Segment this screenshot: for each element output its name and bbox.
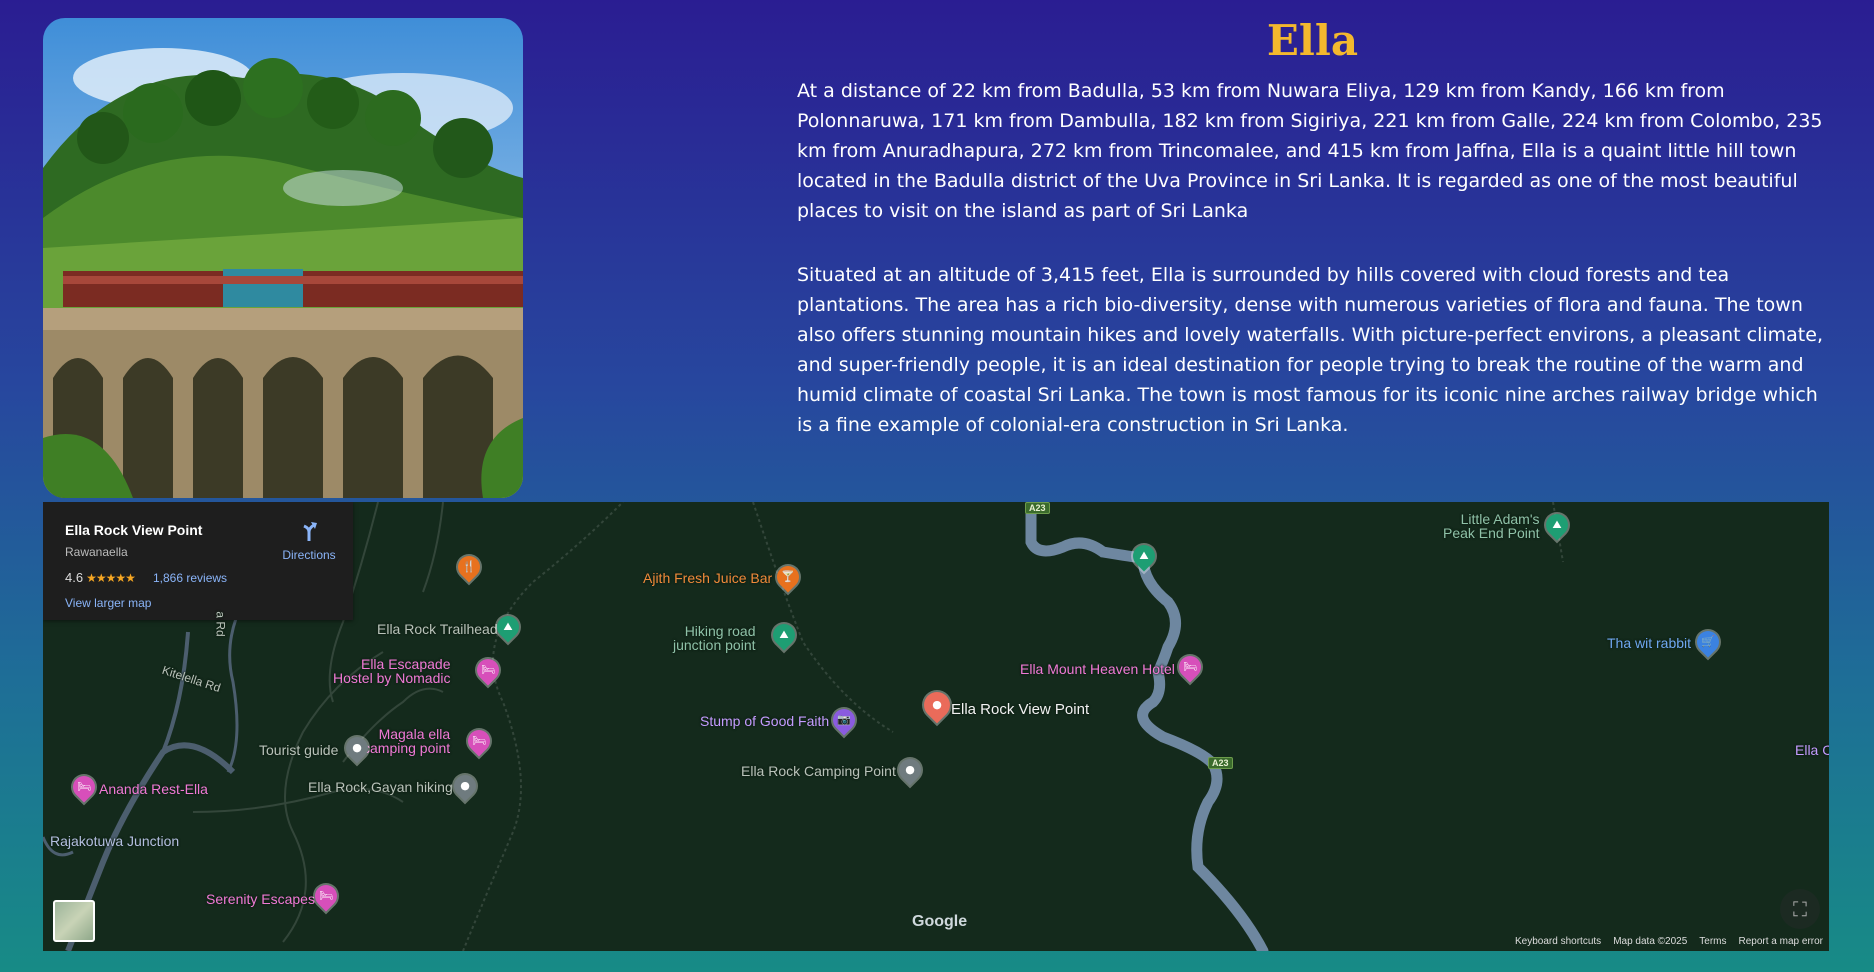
label-line-2: Hostel by Nomadic — [333, 670, 451, 686]
label-ella-rock-camping-point[interactable]: Ella Rock Camping Point — [741, 763, 896, 779]
label-ella-mount-heaven-hotel[interactable]: Ella Mount Heaven Hotel — [1020, 661, 1175, 677]
satellite-toggle[interactable] — [53, 900, 95, 942]
embedded-map[interactable]: Ella Rock View Point Rawanaella 4.6 ★★★★★… — [43, 502, 1829, 951]
hiking-pin[interactable]: ⛰ — [1128, 540, 1160, 572]
hiking-pin[interactable]: ⛰ — [492, 611, 524, 643]
place-rating: 4.6 ★★★★★ — [65, 570, 136, 585]
label-line-2: Peak End Point — [1443, 525, 1540, 541]
place-icon: ● — [932, 698, 942, 711]
generic-place-pin[interactable]: ● — [341, 732, 373, 764]
directions-icon — [303, 522, 317, 541]
place-name: Ella Rock View Point — [65, 522, 203, 538]
intro-paragraph: At a distance of 22 km from Badulla, 53 … — [797, 80, 1823, 222]
label-tha-wit-rabbit[interactable]: Tha wit rabbit — [1607, 635, 1691, 651]
hiking-icon: ⛰ — [503, 620, 513, 633]
fullscreen-icon: ⛶ — [1793, 897, 1807, 921]
label-magala-ella[interactable]: Magala ella camping point — [363, 727, 450, 755]
cart-icon: 🛒 — [1701, 635, 1715, 648]
hiking-icon: ⛰ — [779, 628, 789, 641]
hiking-icon: ⛰ — [1139, 549, 1149, 562]
google-logo: Google — [912, 913, 968, 930]
label-selected-ella-rock-view-point[interactable]: Ella Rock View Point — [951, 701, 1089, 718]
hiking-pin[interactable]: ⛰ — [1541, 509, 1573, 541]
restaurant-icon: 🍴 — [462, 560, 476, 573]
restaurant-pin[interactable]: 🍴 — [453, 551, 485, 583]
label-line-1: Hiking road — [684, 623, 756, 639]
label-gayan-hiking[interactable]: Ella Rock,Gayan hiking — [308, 779, 453, 795]
label-line-1: Magala ella — [378, 726, 451, 742]
report-map-error-link[interactable]: Report a map error — [1739, 936, 1823, 947]
place-info-card: Ella Rock View Point Rawanaella 4.6 ★★★★★… — [43, 502, 353, 620]
bridge-illustration — [43, 18, 523, 498]
terms-link[interactable]: Terms — [1699, 936, 1726, 947]
shopping-pin[interactable]: 🛒 — [1692, 626, 1724, 658]
ella-nine-arches-photo — [43, 18, 523, 498]
label-hiking-road-junction[interactable]: Hiking road junction point — [673, 624, 756, 652]
hiking-icon: ⛰ — [1552, 518, 1562, 531]
details-paragraph: Situated at an altitude of 3,415 feet, E… — [797, 264, 1823, 436]
label-line-2: junction point — [673, 637, 756, 653]
place-icon: ● — [352, 741, 362, 754]
fullscreen-button[interactable]: ⛶ — [1780, 889, 1820, 929]
road-label-a-rd: a Rd — [213, 611, 228, 637]
place-icon: ● — [460, 779, 470, 792]
reviews-link[interactable]: 1,866 reviews — [153, 571, 227, 585]
rating-value: 4.6 — [65, 570, 84, 585]
hotel-pin[interactable]: 🛏 — [68, 771, 100, 803]
map-data-attribution: Map data ©2025 — [1613, 935, 1688, 947]
label-little-adams-peak[interactable]: Little Adam's Peak End Point — [1443, 512, 1540, 540]
label-line-1: Little Adam's — [1460, 511, 1540, 527]
road-shield-a23: A23 — [1025, 502, 1050, 514]
label-ella-rock-trailhead[interactable]: Ella Rock Trailhead — [377, 621, 498, 637]
place-area: Rawanaella — [65, 545, 128, 559]
cocktail-icon: 🍸 — [781, 570, 795, 583]
label-line-1: Ella Escapade — [360, 656, 451, 672]
label-ananda-rest[interactable]: Ananda Rest-Ella — [99, 781, 208, 797]
hotel-pin[interactable]: 🛏 — [310, 880, 342, 912]
label-serenity-escapes[interactable]: Serenity Escapes — [206, 891, 315, 907]
label-tourist-guide[interactable]: Tourist guide — [259, 742, 338, 758]
road-shield-a23: A23 — [1208, 757, 1233, 769]
label-rajakotuwa-junction[interactable]: Rajakotuwa Junction — [50, 833, 179, 849]
hiking-pin[interactable]: ⛰ — [768, 619, 800, 651]
label-ella-escapade[interactable]: Ella Escapade Hostel by Nomadic — [333, 657, 451, 685]
hotel-pin[interactable]: 🛏 — [463, 725, 495, 757]
place-icon: ● — [905, 763, 915, 776]
bed-icon: 🛏 — [77, 780, 91, 793]
bed-icon: 🛏 — [1183, 660, 1197, 673]
camera-pin[interactable]: 📷 — [828, 704, 860, 736]
drink-pin[interactable]: 🍸 — [772, 561, 804, 593]
generic-place-pin[interactable]: ● — [894, 754, 926, 786]
bed-icon: 🛏 — [319, 889, 333, 902]
bed-icon: 🛏 — [472, 734, 486, 747]
view-larger-map-link[interactable]: View larger map — [65, 596, 151, 610]
camera-icon: 📷 — [837, 713, 851, 726]
hotel-pin[interactable]: 🛏 — [472, 654, 504, 686]
map-footer: Keyboard shortcuts Map data ©2025 Terms … — [1515, 931, 1829, 951]
directions-button[interactable]: Directions — [275, 520, 343, 562]
generic-place-pin[interactable]: ● — [449, 770, 481, 802]
rating-stars-icon: ★★★★★ — [86, 571, 136, 585]
label-ajith-juice-bar[interactable]: Ajith Fresh Juice Bar — [643, 570, 772, 586]
selected-place-pin[interactable]: ● — [918, 686, 956, 724]
label-line-2: camping point — [363, 740, 451, 756]
bed-icon: 🛏 — [481, 663, 495, 676]
label-ella-edge[interactable]: Ella C — [1795, 742, 1829, 758]
directions-label: Directions — [282, 548, 336, 562]
hotel-pin[interactable]: 🛏 — [1174, 651, 1206, 683]
page-title: Ella — [1266, 16, 1359, 65]
keyboard-shortcuts-link[interactable]: Keyboard shortcuts — [1515, 936, 1601, 947]
label-stump-of-good-faith[interactable]: Stump of Good Faith — [700, 713, 829, 729]
